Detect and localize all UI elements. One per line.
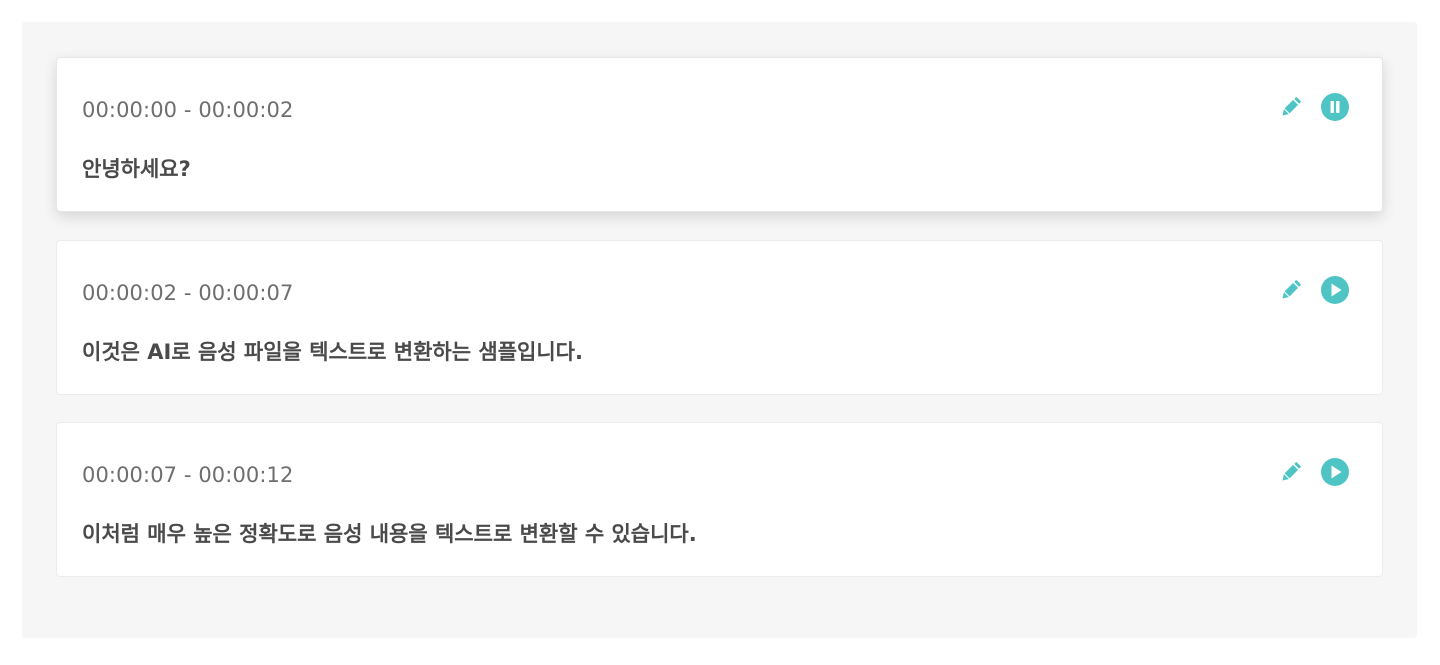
segment-timecode: 00:00:02 - 00:00:07 xyxy=(82,281,294,305)
pencil-icon[interactable] xyxy=(1276,275,1306,305)
segment-timecode: 00:00:07 - 00:00:12 xyxy=(82,463,294,487)
pencil-icon[interactable] xyxy=(1276,457,1306,487)
segment-actions xyxy=(1276,457,1350,487)
segment-text: 이것은 AI로 음성 파일을 텍스트로 변환하는 샘플입니다. xyxy=(82,340,583,364)
segment-text: 이처럼 매우 높은 정확도로 음성 내용을 텍스트로 변환할 수 있습니다. xyxy=(82,522,697,546)
play-icon[interactable] xyxy=(1320,457,1350,487)
segment-actions xyxy=(1276,92,1350,122)
transcript-segment[interactable]: 00:00:02 - 00:00:07 이것은 AI로 음성 파일을 텍스트로 … xyxy=(56,240,1383,395)
pause-icon[interactable] xyxy=(1320,92,1350,122)
transcript-segment[interactable]: 00:00:07 - 00:00:12 이처럼 매우 높은 정확도로 음성 내용… xyxy=(56,422,1383,577)
play-icon[interactable] xyxy=(1320,275,1350,305)
pencil-icon[interactable] xyxy=(1276,92,1306,122)
segment-timecode: 00:00:00 - 00:00:02 xyxy=(82,98,294,122)
segment-text: 안녕하세요? xyxy=(82,157,191,181)
segment-actions xyxy=(1276,275,1350,305)
transcript-panel: 00:00:00 - 00:00:02 안녕하세요? 00:00:02 - 00… xyxy=(22,22,1417,638)
transcript-segment[interactable]: 00:00:00 - 00:00:02 안녕하세요? xyxy=(56,57,1383,212)
